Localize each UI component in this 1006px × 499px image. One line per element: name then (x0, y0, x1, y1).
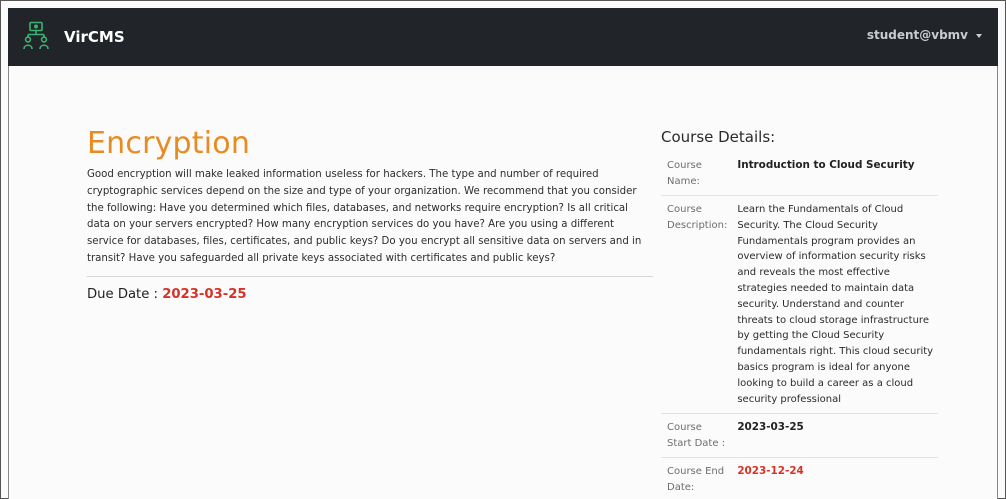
due-date-label: Due Date : (87, 286, 158, 302)
caret-down-icon (976, 33, 982, 38)
user-dropdown[interactable]: student@vbmv (867, 28, 982, 42)
course-start-date-label: Course Start Date : (667, 422, 726, 449)
course-details-heading: Course Details: (661, 128, 776, 146)
page-title: Encryption (87, 126, 251, 161)
course-description-value: Learn the Fundamentals of Cloud Security… (737, 204, 934, 405)
table-row: Course Description: Learn the Fundamenta… (661, 195, 938, 414)
course-description-label: Course Description: (667, 204, 728, 231)
due-date-row: Due Date : 2023-03-25 (87, 287, 653, 302)
course-details-panel: Course Details: Course Name: Introductio… (661, 128, 938, 499)
assignment-section: Encryption Good encryption will make lea… (87, 126, 653, 302)
course-end-date-label: Course End Date: (667, 466, 725, 493)
course-start-date-value: 2023-03-25 (737, 421, 804, 434)
course-name-value: Introduction to Cloud Security (737, 159, 915, 171)
course-name-label: Course Name: (667, 160, 702, 187)
table-row: Course Name: Introduction to Cloud Secur… (661, 152, 938, 196)
course-details-table: Course Name: Introduction to Cloud Secur… (661, 152, 938, 499)
course-end-date-value: 2023-12-24 (737, 465, 804, 478)
brand-name[interactable]: VirCMS (64, 28, 125, 46)
assignment-description: Good encryption will make leaked informa… (87, 169, 642, 264)
divider (87, 275, 653, 277)
user-email: student@vbmv (866, 28, 968, 42)
main-content: Encryption Good encryption will make lea… (8, 66, 998, 499)
top-navbar: VirCMS student@vbmv (8, 8, 998, 66)
table-row: Course End Date: 2023-12-24 (661, 457, 938, 499)
due-date-value: 2023-03-25 (162, 286, 247, 302)
network-nodes-icon[interactable] (22, 21, 50, 51)
table-row: Course Start Date : 2023-03-25 (661, 413, 938, 458)
